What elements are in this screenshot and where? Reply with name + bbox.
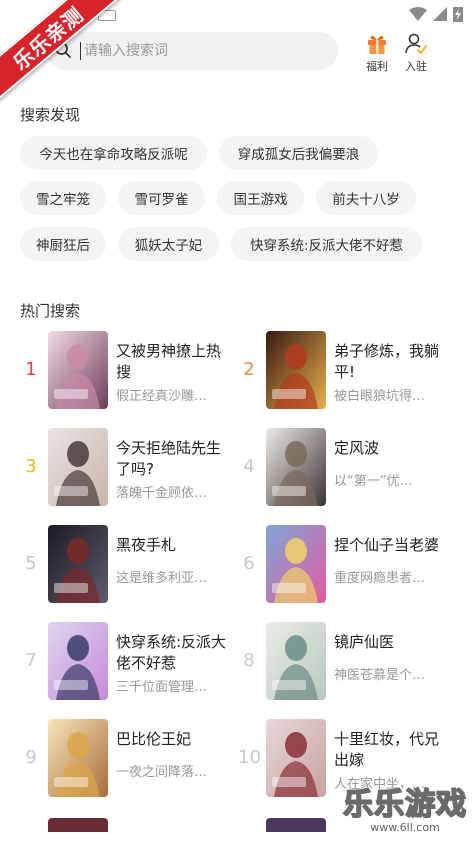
comic-description: 一夜之间降落… (116, 765, 208, 780)
watermark-brand: 乐乐游戏 (342, 786, 467, 823)
comic-cover[interactable] (48, 331, 108, 409)
comic-title: 捏个仙子当老婆 (334, 536, 440, 554)
comic-cover-partial[interactable] (266, 818, 326, 832)
welfare-label: 福利 (366, 60, 388, 73)
discover-tag[interactable]: 前夫十八岁 (316, 181, 416, 215)
rank-number: 2 (243, 359, 255, 380)
discover-tag[interactable]: 雪之牢笼 (20, 181, 106, 215)
discover-tag[interactable]: 神厨狂后 (20, 227, 106, 261)
comic-cover[interactable] (266, 331, 326, 409)
comic-title: 巴比伦王妃 (116, 730, 192, 748)
rank-number: 5 (25, 553, 37, 574)
comic-cover[interactable] (48, 622, 108, 700)
hot-search-item[interactable]: 4 定风波以“第一”优… (238, 428, 443, 506)
discover-tag[interactable]: 穿成孤女后我偏要浪 (219, 136, 378, 170)
signal-icon (433, 7, 447, 21)
comic-title: 快穿系统:反派大佬不好惹 (116, 633, 227, 672)
rank-number: 3 (25, 456, 37, 477)
hot-search-item[interactable]: 2 弟子修炼，我躺平! 被白眼狼坑得… (238, 331, 443, 409)
comic-description: 落魄千金顾依… (116, 486, 208, 501)
hot-search-item[interactable]: 8 镜庐仙医神医苍慕是个… (238, 622, 443, 700)
wifi-icon (409, 7, 427, 21)
rank-number: 7 (25, 650, 37, 671)
hot-search-item[interactable]: 1 又被男神撩上热搜假正经真沙雕… (20, 331, 225, 409)
hot-search-item[interactable]: 5 黑夜手札这是维多利亚… (20, 525, 225, 603)
comic-description: 假正经真沙雕… (116, 389, 208, 404)
welfare-button[interactable]: 福利 (357, 32, 397, 74)
hot-search-item[interactable]: 7 快穿系统:反派大佬不好惹三千位面管理… (20, 622, 227, 700)
discover-tag[interactable]: 狐妖太子妃 (118, 227, 219, 261)
rank-number: 10 (238, 747, 261, 768)
rank-number: 4 (243, 456, 255, 477)
join-label: 入驻 (405, 60, 427, 73)
rank-number: 8 (243, 650, 255, 671)
comic-description: 这是维多利亚… (116, 571, 208, 586)
discover-tag[interactable]: 雪可罗雀 (118, 181, 205, 215)
comic-cover[interactable] (48, 525, 108, 603)
discover-tag[interactable]: 国王游戏 (217, 181, 304, 215)
comic-title: 十里红妆，代兄出嫁 (334, 730, 440, 769)
comic-cover[interactable] (266, 622, 326, 700)
comic-description: 被白眼狼坑得… (334, 389, 426, 404)
watermark-logo: 乐乐游戏 www.6ll.com (342, 779, 467, 834)
comic-cover[interactable] (48, 719, 108, 797)
gift-icon (368, 35, 386, 54)
user-join-icon (405, 33, 427, 55)
comic-title: 镜庐仙医 (334, 633, 395, 651)
discover-tag[interactable]: 快穿系统:反派大佬不好惹 (231, 227, 422, 261)
search-bar[interactable] (46, 32, 338, 70)
rank-number: 6 (243, 553, 255, 574)
comic-title: 又被男神撩上热搜 (116, 342, 222, 381)
comic-description: 三千位面管理… (116, 680, 208, 695)
battery-icon (453, 7, 463, 22)
comic-title: 黑夜手札 (116, 536, 177, 554)
hot-search-item[interactable]: 6 捏个仙子当老婆 重度网瘾患者… (238, 525, 443, 603)
comic-title: 今天拒绝陆先生了吗? (116, 439, 222, 478)
comic-cover[interactable] (48, 428, 108, 506)
comic-cover[interactable] (266, 525, 326, 603)
rank-number: 9 (25, 747, 37, 768)
comic-description: 重度网瘾患者… (334, 571, 426, 586)
comic-cover[interactable] (266, 719, 326, 797)
hot-search-item[interactable]: 3 今天拒绝陆先生了吗? 落魄千金顾依… (20, 428, 225, 506)
hot-search-title: 热门搜索 (20, 302, 81, 320)
rank-number: 1 (25, 359, 37, 380)
join-button[interactable]: 入驻 (396, 32, 436, 74)
comic-description: 以“第一”优… (334, 474, 413, 489)
comic-cover-partial[interactable] (48, 818, 108, 832)
discover-title: 搜索发现 (20, 106, 81, 124)
comic-cover[interactable] (266, 428, 326, 506)
comic-description: 神医苍慕是个… (334, 668, 426, 683)
comic-title: 定风波 (334, 439, 380, 457)
search-input[interactable] (80, 42, 320, 60)
discover-tag[interactable]: 今天也在拿命攻略反派呢 (20, 136, 207, 170)
hot-search-item[interactable]: 9 巴比伦王妃一夜之间降落… (20, 719, 225, 797)
comic-title: 弟子修炼，我躺平! (334, 342, 440, 381)
